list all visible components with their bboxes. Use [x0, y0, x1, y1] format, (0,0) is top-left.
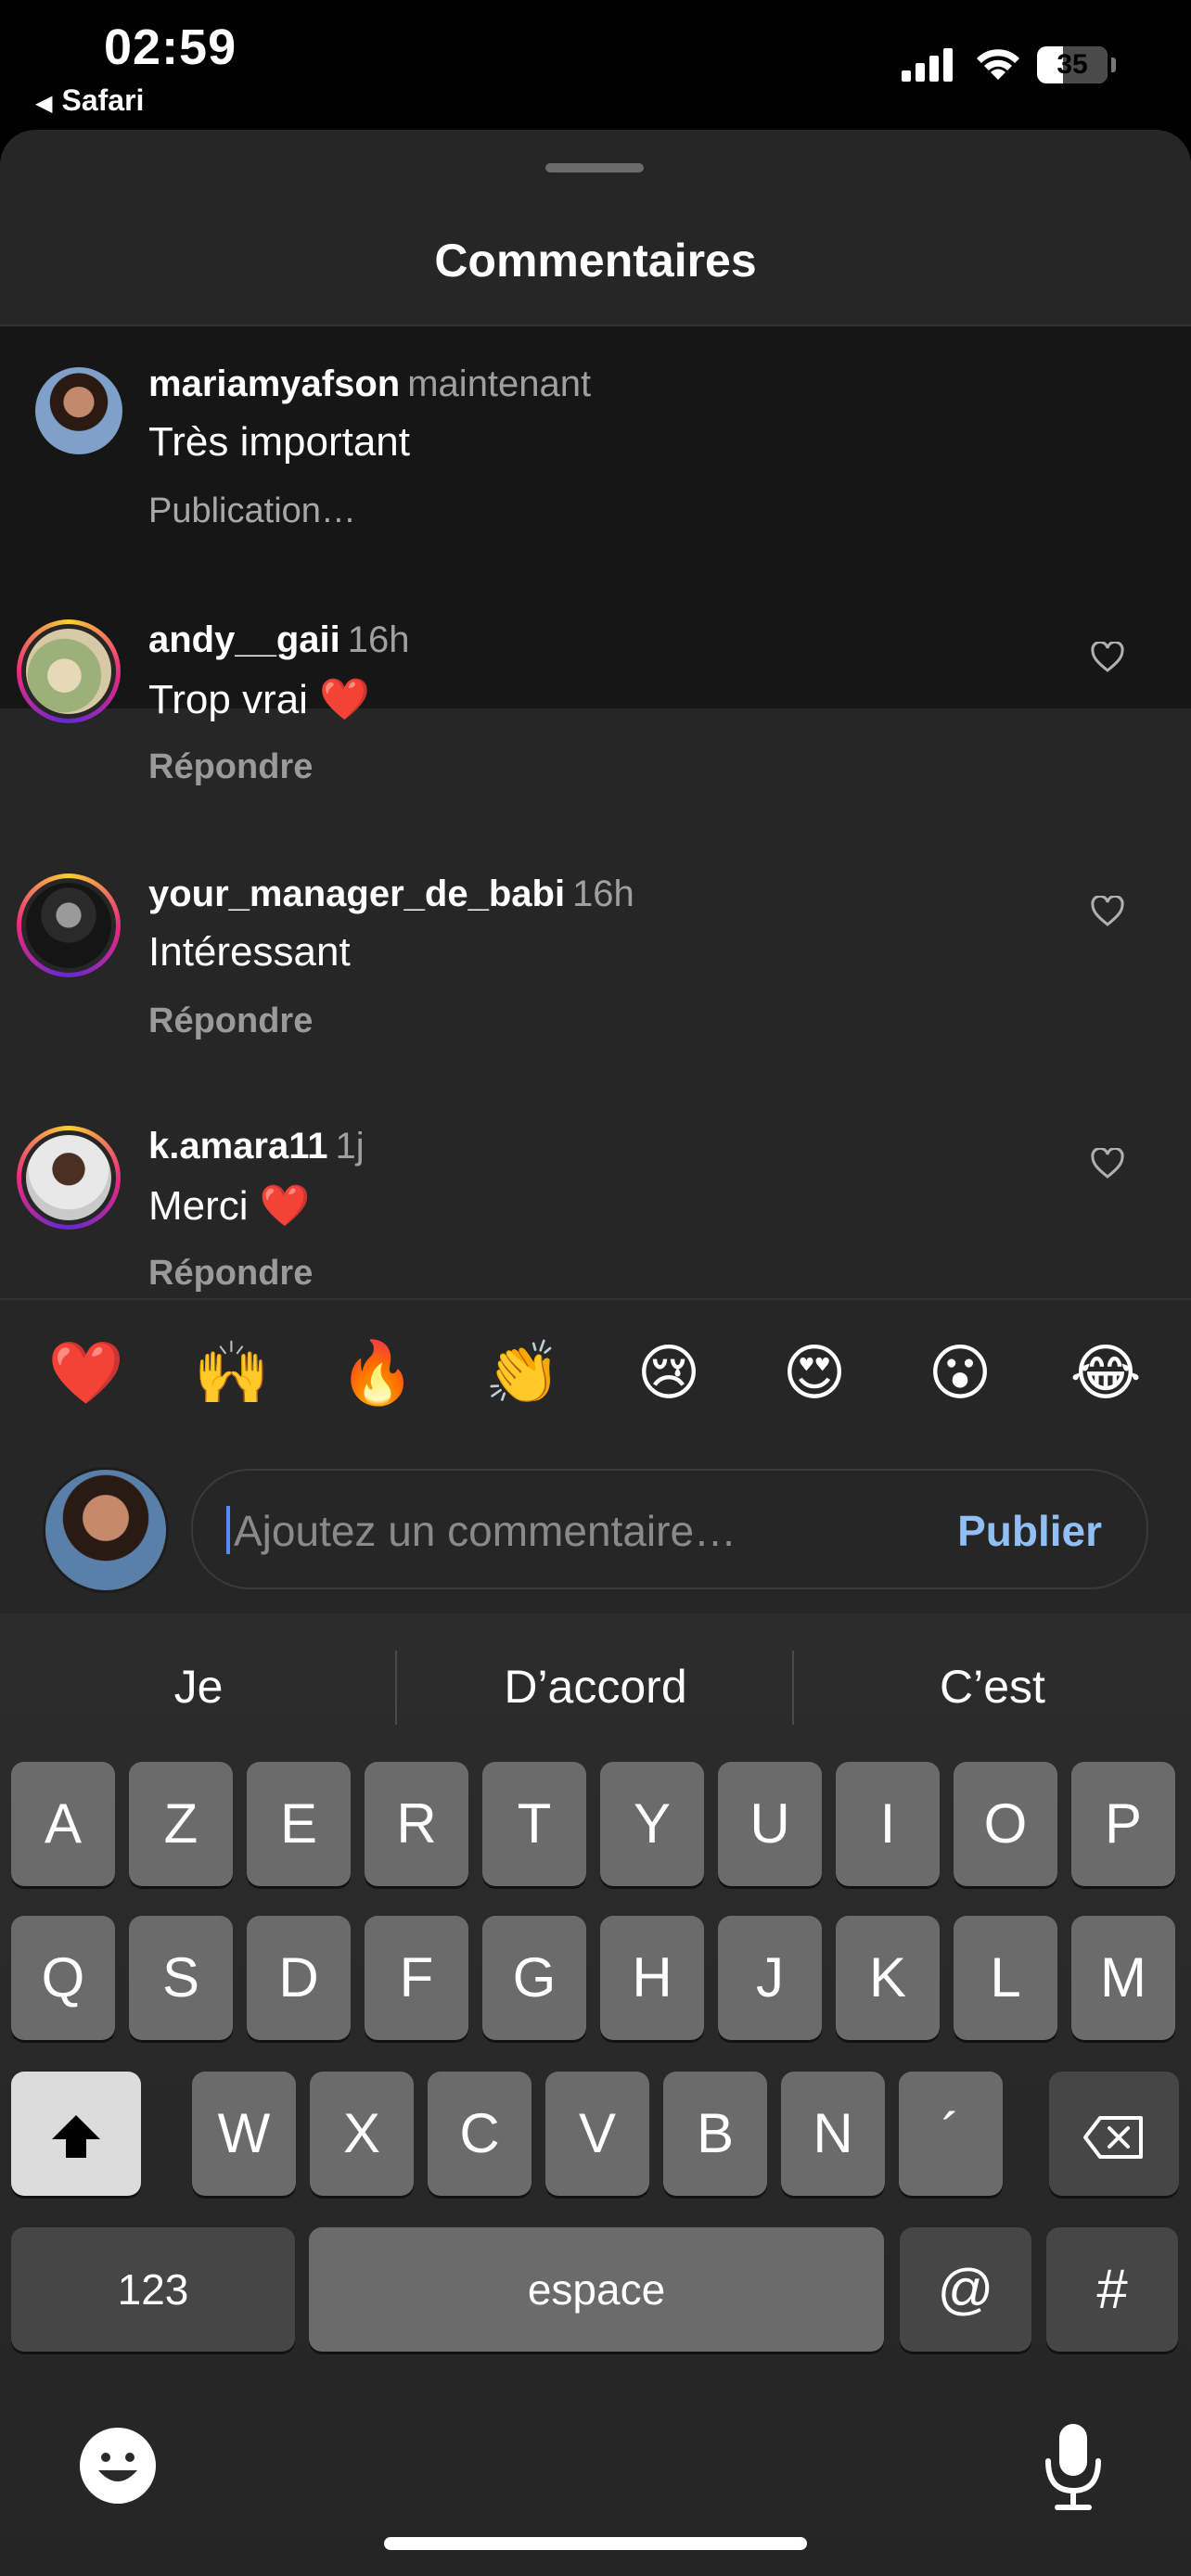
back-to-safari[interactable]: ◀ Safari	[35, 83, 144, 118]
key-k[interactable]: K	[836, 1916, 940, 2040]
emoji-fire[interactable]: 🔥	[327, 1337, 429, 1409]
comment-item: your_manager_de_babi 16h Intéressant Répo…	[0, 836, 1191, 1089]
status-time: 02:59	[104, 19, 237, 75]
home-indicator[interactable]	[384, 2537, 807, 2550]
emoji-raised-hands[interactable]: 🙌	[181, 1337, 283, 1409]
avatar[interactable]	[17, 619, 121, 723]
comment-input[interactable]: Ajoutez un commentaire… Publier	[191, 1469, 1148, 1589]
comment-time: 1j	[335, 1126, 365, 1167]
key-p[interactable]: P	[1071, 1762, 1175, 1886]
key-g[interactable]: G	[482, 1916, 586, 2040]
key-f[interactable]: F	[365, 1916, 468, 2040]
back-label: Safari	[61, 83, 145, 117]
emoji-heart[interactable]: ❤️	[35, 1337, 137, 1409]
comment-username[interactable]: k.amara11	[148, 1126, 328, 1167]
predictive-bar: Je D’accord C’est	[0, 1613, 1191, 1762]
key-m[interactable]: M	[1071, 1916, 1175, 2040]
space-key[interactable]: espace	[309, 2227, 884, 2352]
key-a[interactable]: A	[11, 1762, 115, 1886]
avatar[interactable]	[17, 874, 121, 977]
comment-username[interactable]: mariamyafson	[148, 363, 400, 404]
comment-text: Très important	[148, 419, 411, 465]
key-y[interactable]: Y	[600, 1762, 704, 1886]
key-v[interactable]: V	[545, 2072, 649, 2196]
backspace-key[interactable]	[1049, 2072, 1179, 2196]
like-heart-icon[interactable]	[1091, 896, 1124, 927]
comment-time: 16h	[572, 874, 634, 914]
comment-username[interactable]: your_manager_de_babi	[148, 874, 565, 914]
key-accent[interactable]: ´	[899, 2072, 1003, 2196]
key-w[interactable]: W	[192, 2072, 296, 2196]
like-heart-icon[interactable]	[1091, 642, 1124, 673]
comment-time: maintenant	[407, 363, 592, 404]
key-n[interactable]: N	[781, 2072, 885, 2196]
suggestion-1[interactable]: Je	[0, 1660, 397, 1714]
shift-key[interactable]	[11, 2072, 141, 2196]
back-triangle-icon: ◀	[35, 91, 53, 116]
backspace-icon	[1083, 2116, 1143, 2160]
comment-time: 16h	[347, 619, 410, 660]
wifi-icon	[977, 49, 1019, 80]
key-q[interactable]: Q	[11, 1916, 115, 2040]
key-z[interactable]: Z	[129, 1762, 233, 1886]
comment-text: Merci ❤️	[148, 1183, 311, 1229]
emoji-laughing[interactable]: 😂	[1055, 1337, 1157, 1409]
key-t[interactable]: T	[482, 1762, 586, 1886]
key-o[interactable]: O	[954, 1762, 1057, 1886]
comment-username[interactable]: andy__gaii	[148, 619, 340, 660]
key-j[interactable]: J	[718, 1916, 822, 2040]
keyboard: Je D’accord C’est A Z E R T Y U I O P Q …	[0, 1613, 1191, 2576]
at-key[interactable]: @	[900, 2227, 1031, 2352]
emoji-clap[interactable]: 👏	[472, 1337, 574, 1409]
sheet-title: Commentaires	[434, 235, 757, 287]
reply-button[interactable]: Répondre	[148, 1254, 313, 1294]
comment-input-placeholder: Ajoutez un commentaire…	[234, 1507, 737, 1555]
comment-text: Intéressant	[148, 929, 351, 975]
suggestion-2[interactable]: D’accord	[397, 1660, 794, 1714]
avatar[interactable]	[32, 363, 126, 458]
emoji-quick-bar: ❤️ 🙌 🔥 👏 😢 😍 😮 😂	[0, 1298, 1191, 1439]
suggestion-3[interactable]: C’est	[794, 1660, 1191, 1714]
cellular-signal-icon	[902, 48, 953, 82]
emoji-surprised[interactable]: 😮	[909, 1337, 1011, 1409]
emoji-crying[interactable]: 😢	[618, 1337, 720, 1409]
key-b[interactable]: B	[663, 2072, 767, 2196]
key-c[interactable]: C	[428, 2072, 531, 2196]
status-bar: 02:59 ◀ Safari 35	[0, 0, 1191, 130]
key-s[interactable]: S	[129, 1916, 233, 2040]
key-l[interactable]: L	[954, 1916, 1057, 2040]
reply-button[interactable]: Répondre	[148, 747, 313, 787]
battery-level: 35	[1057, 49, 1088, 80]
reply-button[interactable]: Répondre	[148, 1001, 313, 1041]
avatar[interactable]	[17, 1126, 121, 1230]
composer-avatar	[43, 1467, 169, 1593]
sheet-grabber[interactable]	[545, 163, 644, 172]
key-i[interactable]: I	[836, 1762, 940, 1886]
comment-text: Trop vrai ❤️	[148, 677, 370, 722]
key-h[interactable]: H	[600, 1916, 704, 2040]
dictation-microphone-icon[interactable]	[1041, 2420, 1106, 2513]
key-x[interactable]: X	[310, 2072, 414, 2196]
emoji-keyboard-icon[interactable]	[78, 2426, 158, 2506]
like-heart-icon[interactable]	[1091, 1148, 1124, 1180]
comment-item: andy__gaii 16h Trop vrai ❤️ Répondre	[0, 582, 1191, 835]
comment-posting-status: Publication…	[148, 491, 356, 530]
text-caret	[226, 1506, 230, 1554]
key-r[interactable]: R	[365, 1762, 468, 1886]
numbers-key[interactable]: 123	[11, 2227, 295, 2352]
shift-arrow-icon	[52, 2115, 100, 2159]
hash-key[interactable]: #	[1046, 2227, 1178, 2352]
key-u[interactable]: U	[718, 1762, 822, 1886]
emoji-heart-eyes[interactable]: 😍	[763, 1337, 865, 1409]
publish-button[interactable]: Publier	[957, 1506, 1102, 1556]
comments-sheet: Commentaires mariamyafson maintenant Très…	[0, 130, 1191, 1613]
key-e[interactable]: E	[247, 1762, 351, 1886]
key-d[interactable]: D	[247, 1916, 351, 2040]
